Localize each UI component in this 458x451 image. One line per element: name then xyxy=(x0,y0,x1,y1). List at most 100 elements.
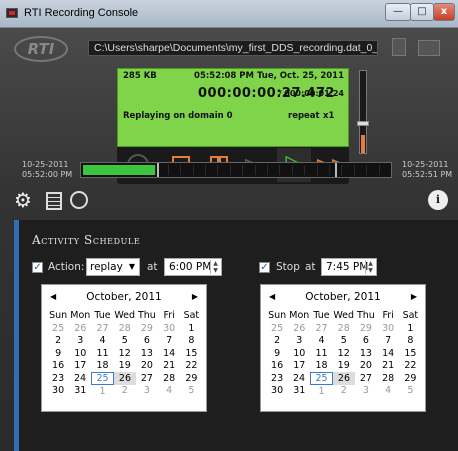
calendar-day[interactable]: 15 xyxy=(399,347,421,360)
calendar-day[interactable]: 23 xyxy=(47,372,69,385)
calendar-day[interactable]: 20 xyxy=(355,360,377,373)
calendar-day[interactable]: 29 xyxy=(355,322,377,335)
next-month-icon[interactable]: ▶ xyxy=(411,292,417,301)
timeline-marker[interactable] xyxy=(156,163,159,177)
calendar-day[interactable]: 26 xyxy=(113,372,136,385)
info-icon[interactable]: i xyxy=(428,190,448,210)
calendar-day[interactable]: 5 xyxy=(180,385,202,398)
calendar-day[interactable]: 8 xyxy=(180,335,202,348)
calendar-day[interactable]: 2 xyxy=(266,335,288,348)
calendar-day[interactable]: 12 xyxy=(114,347,136,360)
volume-slider-knob[interactable] xyxy=(357,120,369,126)
calendar-day[interactable]: 29 xyxy=(180,372,202,385)
calendar-day[interactable]: 22 xyxy=(180,360,202,373)
timeline-end-marker[interactable] xyxy=(335,163,338,177)
stop-time-input[interactable]: 7:45 PM ▲ ▼ xyxy=(321,258,377,276)
action-select[interactable]: replay ▼ xyxy=(86,258,140,276)
calendar-day[interactable]: 7 xyxy=(377,335,399,348)
calendar-day[interactable]: 11 xyxy=(91,347,113,360)
calendar-day[interactable]: 22 xyxy=(399,360,421,373)
calendar-day[interactable]: 27 xyxy=(310,322,332,335)
calendar-day[interactable]: 5 xyxy=(333,335,355,348)
calendar-day[interactable]: 18 xyxy=(310,360,332,373)
calendar-day[interactable]: 3 xyxy=(355,385,377,398)
close-button[interactable]: x xyxy=(433,3,455,21)
calendar-day[interactable]: 31 xyxy=(69,385,91,398)
open-folder-icon[interactable] xyxy=(418,40,440,56)
stop-checkbox[interactable]: ✓ xyxy=(259,262,270,273)
calendar-day[interactable]: 19 xyxy=(114,360,136,373)
calendar-day[interactable]: 25 xyxy=(266,322,288,335)
calendar-day[interactable]: 28 xyxy=(377,372,399,385)
calendar-day[interactable]: 19 xyxy=(333,360,355,373)
calendar-day[interactable]: 5 xyxy=(399,385,421,398)
alarm-clock-icon[interactable] xyxy=(70,191,88,209)
calendar-day[interactable]: 10 xyxy=(69,347,91,360)
calendar-day[interactable]: 30 xyxy=(266,385,288,398)
calendar-day[interactable]: 13 xyxy=(136,347,158,360)
calendar-day[interactable]: 25 xyxy=(47,322,69,335)
calendar-day[interactable]: 28 xyxy=(333,322,355,335)
calendar-day[interactable]: 24 xyxy=(288,372,310,385)
calendar-day[interactable]: 2 xyxy=(47,335,69,348)
start-calendar[interactable]: ◀ October, 2011 ▶ Sun Mon Tue Wed Thu Fr… xyxy=(41,284,207,412)
calendar-day[interactable]: 17 xyxy=(288,360,310,373)
calendar-day[interactable]: 27 xyxy=(136,372,158,385)
calendar-day[interactable]: 6 xyxy=(355,335,377,348)
calendar-day[interactable]: 1 xyxy=(399,322,421,335)
calendar-day[interactable]: 24 xyxy=(69,372,91,385)
calendar-day[interactable]: 3 xyxy=(69,335,91,348)
calendar-day[interactable]: 26 xyxy=(332,372,355,385)
gears-icon[interactable]: ⚙ xyxy=(14,190,42,212)
calendar-day[interactable]: 29 xyxy=(136,322,158,335)
stop-calendar[interactable]: ◀ October, 2011 ▶ Sun Mon Tue Wed Thu Fr… xyxy=(260,284,426,412)
calendar-day[interactable]: 25 xyxy=(309,371,334,385)
minimize-button[interactable]: — xyxy=(385,3,411,21)
calendar-day[interactable]: 3 xyxy=(136,385,158,398)
calendar-day[interactable]: 12 xyxy=(333,347,355,360)
calendar-day[interactable]: 31 xyxy=(288,385,310,398)
calendar-day[interactable]: 17 xyxy=(69,360,91,373)
calendar-day[interactable]: 1 xyxy=(180,322,202,335)
calendar-day[interactable]: 18 xyxy=(91,360,113,373)
calendar-day[interactable]: 30 xyxy=(47,385,69,398)
calendar-day[interactable]: 23 xyxy=(266,372,288,385)
speed-label[interactable]: x1 xyxy=(323,111,334,121)
log-document-icon[interactable] xyxy=(46,192,62,210)
calendar-day[interactable]: 28 xyxy=(114,322,136,335)
next-month-icon[interactable]: ▶ xyxy=(192,292,198,301)
calendar-day[interactable]: 1 xyxy=(310,385,332,398)
calendar-day[interactable]: 4 xyxy=(377,385,399,398)
repeat-label[interactable]: repeat xyxy=(288,111,320,121)
calendar-day[interactable]: 4 xyxy=(158,385,180,398)
calendar-day[interactable]: 21 xyxy=(158,360,180,373)
start-time-input[interactable]: 6:00 PM ▲ ▼ xyxy=(164,258,222,276)
calendar-day[interactable]: 8 xyxy=(399,335,421,348)
calendar-day[interactable]: 7 xyxy=(158,335,180,348)
calendar-day[interactable]: 27 xyxy=(355,372,377,385)
calendar-day[interactable]: 14 xyxy=(158,347,180,360)
calendar-day[interactable]: 28 xyxy=(158,372,180,385)
calendar-day[interactable]: 11 xyxy=(310,347,332,360)
timeline-bar[interactable] xyxy=(80,162,392,178)
stop-time-spinner[interactable]: ▲ ▼ xyxy=(365,260,375,274)
calendar-day[interactable]: 9 xyxy=(266,347,288,360)
calendar-day[interactable]: 2 xyxy=(114,385,136,398)
calendar-day[interactable]: 4 xyxy=(91,335,113,348)
calendar-day[interactable]: 14 xyxy=(377,347,399,360)
volume-slider[interactable] xyxy=(357,70,369,154)
calendar-day[interactable]: 4 xyxy=(310,335,332,348)
calendar-day[interactable]: 15 xyxy=(180,347,202,360)
calendar-day[interactable]: 13 xyxy=(355,347,377,360)
new-file-icon[interactable] xyxy=(392,38,406,56)
file-path-field[interactable]: C:\Users\sharpe\Documents\my_first_DDS_r… xyxy=(88,40,378,56)
start-time-spinner[interactable]: ▲ ▼ xyxy=(210,260,220,274)
calendar-day[interactable]: 5 xyxy=(114,335,136,348)
calendar-day[interactable]: 9 xyxy=(47,347,69,360)
calendar-day[interactable]: 2 xyxy=(333,385,355,398)
action-checkbox[interactable]: ✓ xyxy=(32,262,43,273)
calendar-day[interactable]: 16 xyxy=(266,360,288,373)
calendar-day[interactable]: 1 xyxy=(91,385,113,398)
calendar-day[interactable]: 20 xyxy=(136,360,158,373)
calendar-day[interactable]: 16 xyxy=(47,360,69,373)
